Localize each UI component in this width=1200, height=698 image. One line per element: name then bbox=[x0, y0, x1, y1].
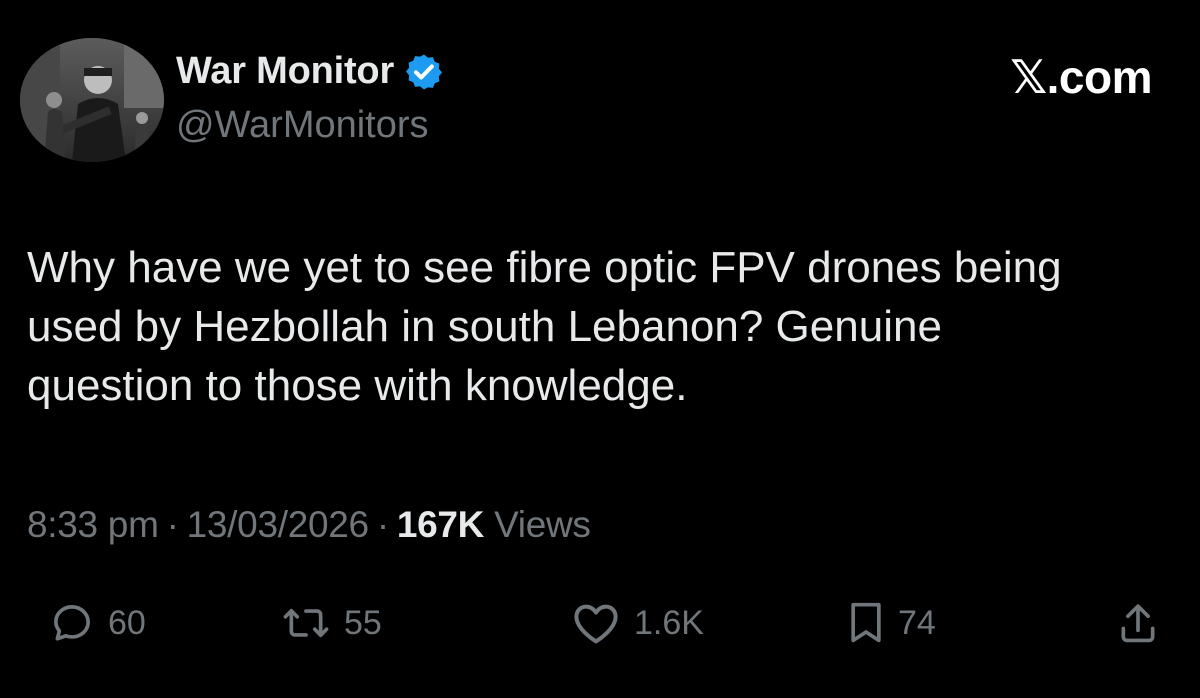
tweet-card: War Monitor @WarMonitors 𝕏.com Why have … bbox=[0, 0, 1200, 698]
share-icon bbox=[1121, 604, 1155, 643]
bookmark-button[interactable]: 74 bbox=[848, 598, 936, 648]
repost-count: 55 bbox=[344, 603, 382, 642]
repost-icon bbox=[283, 608, 329, 638]
author-display-name[interactable]: War Monitor bbox=[176, 50, 394, 93]
bookmark-count: 74 bbox=[898, 603, 936, 642]
brand-logo: 𝕏.com bbox=[1010, 51, 1152, 103]
views-count: 167K bbox=[396, 504, 485, 545]
views-label: Views bbox=[494, 504, 591, 545]
tweet-text: Why have we yet to see fibre optic FPV d… bbox=[27, 238, 1187, 415]
reply-button[interactable]: 60 bbox=[50, 598, 146, 648]
heart-icon bbox=[574, 604, 618, 644]
like-count: 1.6K bbox=[634, 603, 704, 642]
action-bar: 60 55 1.6K 74 bbox=[0, 598, 1200, 648]
avatar-photo-icon bbox=[20, 38, 164, 162]
tweet-time[interactable]: 8:33 pm bbox=[27, 504, 159, 545]
meta-separator: · bbox=[376, 504, 389, 545]
verified-badge-icon bbox=[406, 54, 443, 89]
tweet-date[interactable]: 13/03/2026 bbox=[187, 504, 369, 545]
reply-icon bbox=[54, 605, 90, 641]
tweet-text-line: Why have we yet to see fibre optic FPV d… bbox=[27, 243, 1062, 292]
tweet-text-line: used by Hezbollah in south Lebanon? Genu… bbox=[27, 302, 942, 351]
tweet-meta: 8:33 pm · 13/03/2026 · 167K Views bbox=[27, 504, 591, 546]
share-button[interactable] bbox=[1118, 598, 1158, 648]
repost-button[interactable]: 55 bbox=[282, 598, 382, 648]
author-handle[interactable]: @WarMonitors bbox=[176, 104, 429, 147]
like-button[interactable]: 1.6K bbox=[572, 598, 704, 648]
tweet-text-line: question to those with knowledge. bbox=[27, 361, 688, 410]
author-name-row: War Monitor bbox=[176, 50, 444, 93]
bookmark-icon bbox=[851, 602, 881, 643]
reply-count: 60 bbox=[108, 603, 146, 642]
avatar[interactable] bbox=[20, 38, 164, 162]
meta-separator: · bbox=[166, 504, 179, 545]
